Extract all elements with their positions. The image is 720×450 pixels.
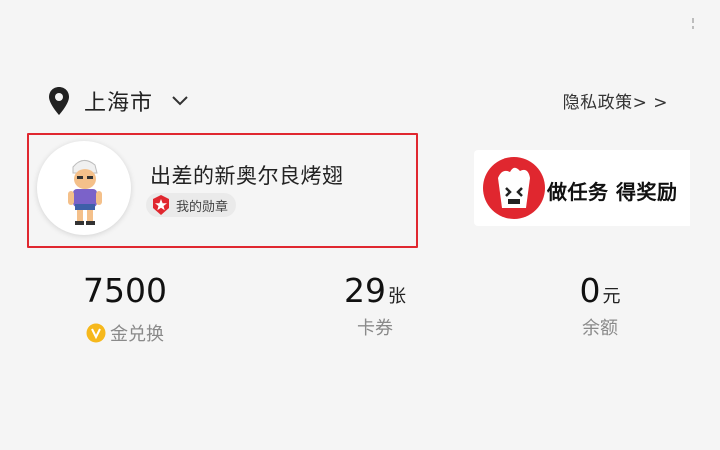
- gold-label-row: 金兑换: [70, 320, 180, 346]
- location-pin-icon: [49, 87, 69, 115]
- popcorn-bucket-icon: [483, 157, 545, 219]
- balance-label: 余额: [582, 318, 618, 339]
- balance-unit: 元: [602, 286, 621, 307]
- chevron-down-icon: [172, 96, 188, 106]
- city-name: 上海市: [84, 91, 154, 116]
- avatar[interactable]: [37, 141, 131, 235]
- coupons-label: 卡券: [357, 318, 393, 339]
- gold-label: 金兑换: [110, 324, 164, 345]
- my-badges-button[interactable]: 我的勋章: [146, 193, 237, 217]
- task-reward-label: 做任务 得奖励: [547, 180, 678, 204]
- coupons-stat[interactable]: 29 张 卡券: [320, 272, 430, 340]
- coupons-unit: 张: [388, 286, 406, 307]
- medal-icon: [153, 195, 169, 215]
- user-nickname[interactable]: 出差的新奥尔良烤翅: [150, 160, 344, 190]
- status-indicator: [692, 18, 695, 32]
- cartoon-avatar-icon: [68, 160, 102, 225]
- coupons-value: 29: [344, 271, 386, 310]
- privacy-policy-link[interactable]: 隐私政策> >: [563, 88, 668, 113]
- task-reward-banner[interactable]: 做任务 得奖励: [474, 150, 690, 226]
- gold-coin-icon: [86, 323, 106, 343]
- gold-exchange-stat[interactable]: 7500 金兑换: [70, 272, 180, 346]
- my-badges-label: 我的勋章: [176, 199, 229, 215]
- balance-value: 0: [579, 271, 601, 310]
- balance-stat[interactable]: 0元 余额: [545, 272, 655, 340]
- gold-value: 7500: [83, 271, 167, 310]
- location-selector[interactable]: 上海市: [48, 84, 189, 118]
